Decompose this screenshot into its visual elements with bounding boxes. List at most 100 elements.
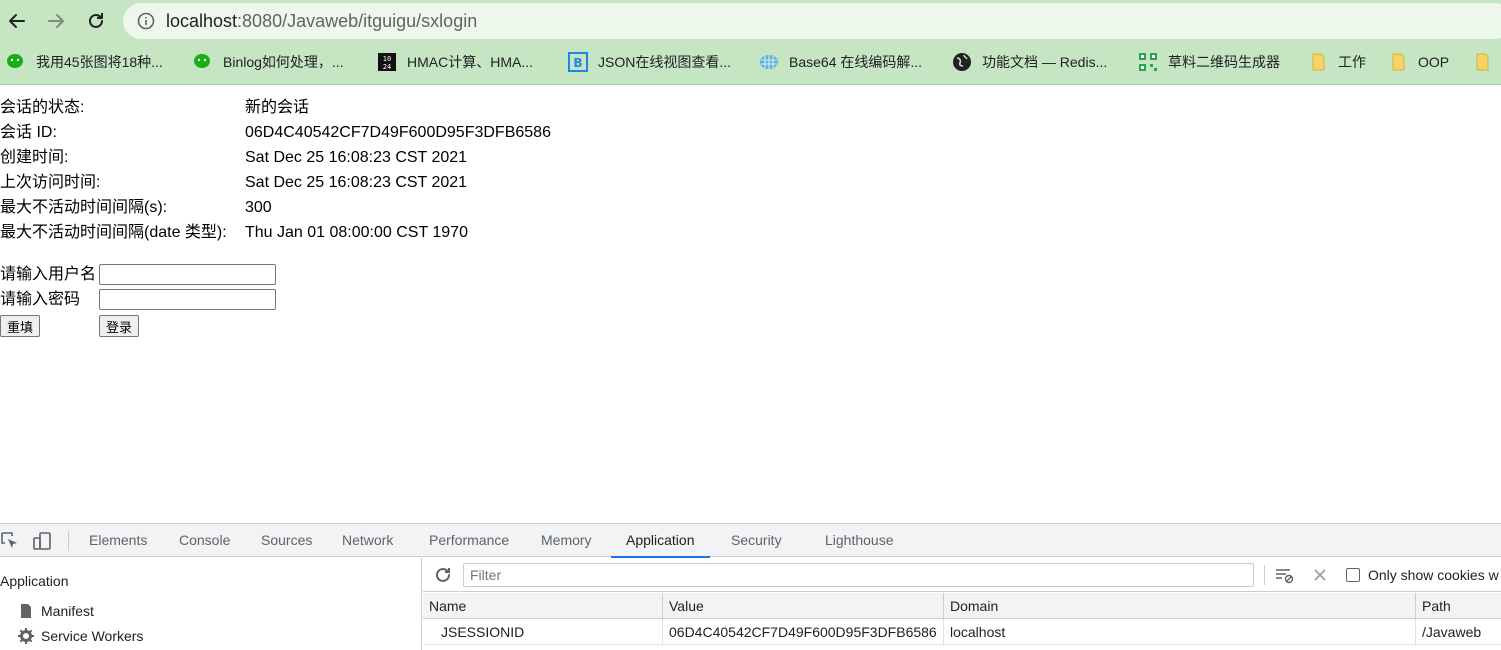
svg-text:10: 10 bbox=[383, 55, 391, 63]
browser-chrome: localhost:8080/Javaweb/itguigu/sxlogin 我… bbox=[0, 0, 1501, 85]
cell-value: 06D4C40542CF7D49F600D95F3DFB6586 bbox=[663, 619, 944, 645]
delete-selected-button[interactable] bbox=[1310, 565, 1330, 585]
inspect-cursor-icon bbox=[1, 532, 17, 548]
toolbar-divider bbox=[68, 531, 69, 551]
bookmark-item[interactable]: B JSON在线视图查看... bbox=[568, 47, 731, 77]
sidebar-item-service-workers[interactable]: Service Workers bbox=[18, 628, 143, 644]
forward-button[interactable] bbox=[41, 6, 71, 36]
clear-filtered-icon bbox=[1276, 569, 1294, 584]
qrcode-icon bbox=[1138, 52, 1158, 72]
back-button[interactable] bbox=[2, 6, 32, 36]
address-bar[interactable]: localhost:8080/Javaweb/itguigu/sxlogin bbox=[123, 3, 1501, 39]
bookmark-item[interactable]: Base64 在线编码解... bbox=[759, 47, 922, 77]
only-show-cookies-checkbox[interactable]: Only show cookies w bbox=[1346, 558, 1499, 592]
bookmark-label: HMAC计算、HMA... bbox=[407, 54, 533, 70]
column-header-path[interactable]: Path bbox=[1416, 593, 1501, 619]
toolbar-divider bbox=[1264, 565, 1265, 585]
json-icon: B bbox=[568, 52, 588, 72]
filter-input[interactable] bbox=[463, 563, 1254, 587]
globe-icon bbox=[952, 52, 972, 72]
tab-security[interactable]: Security bbox=[731, 524, 782, 557]
application-sidebar: Application Manifest Service Workers bbox=[0, 558, 422, 650]
tab-application[interactable]: Application bbox=[611, 524, 709, 558]
cell-name: JSESSIONID bbox=[423, 619, 663, 645]
reset-button[interactable]: 重填 bbox=[0, 315, 41, 337]
bookmark-label: 工作 bbox=[1338, 54, 1366, 70]
cookies-toolbar: Only show cookies w bbox=[423, 558, 1501, 592]
refresh-icon bbox=[436, 567, 450, 582]
bookmark-label: JSON在线视图查看... bbox=[598, 54, 732, 70]
folder-icon bbox=[1472, 52, 1492, 72]
sidebar-item-manifest[interactable]: Manifest bbox=[18, 603, 94, 619]
folder-icon bbox=[1388, 52, 1408, 72]
table-row[interactable]: JSESSIONID 06D4C40542CF7D49F600D95F3DFB6… bbox=[423, 619, 1501, 645]
devtools-panel: Elements Console Sources Network Perform… bbox=[0, 523, 1501, 650]
bookmark-label: 我用45张图将18种... bbox=[36, 54, 163, 70]
sidebar-heading: Application bbox=[0, 573, 69, 589]
table-header-row: Name Value Domain Path bbox=[423, 593, 1501, 619]
bookmarks-bar: 我用45张图将18种... Binlog如何处理，... 10 24 HMAC计算… bbox=[0, 47, 1501, 77]
bookmark-label: OOP bbox=[1418, 54, 1450, 70]
device-toolbar-button[interactable] bbox=[32, 531, 52, 551]
url-host: localhost bbox=[166, 11, 238, 31]
session-key: 最大不活动时间间隔(s): bbox=[0, 199, 168, 216]
clear-filtered-button[interactable] bbox=[1274, 565, 1294, 585]
hmac-icon: 10 24 bbox=[377, 52, 397, 72]
url-path: :8080/Javaweb/itguigu/sxlogin bbox=[237, 11, 478, 31]
login-button[interactable]: 登录 bbox=[99, 315, 140, 337]
bookmark-folder[interactable]: OOP bbox=[1388, 47, 1449, 77]
tab-sources[interactable]: Sources bbox=[261, 524, 312, 557]
bookmark-folder[interactable] bbox=[1472, 47, 1501, 77]
cookies-panel: Only show cookies w Name Value Domain Pa… bbox=[423, 558, 1501, 650]
bookmark-item[interactable]: 10 24 HMAC计算、HMA... bbox=[377, 47, 533, 77]
svg-text:24: 24 bbox=[383, 63, 391, 71]
tab-network[interactable]: Network bbox=[342, 524, 393, 557]
device-icon bbox=[33, 532, 51, 550]
session-value: 新的会话 bbox=[245, 99, 310, 116]
reload-icon bbox=[89, 13, 103, 28]
tab-console[interactable]: Console bbox=[179, 524, 230, 557]
bookmark-item[interactable]: Binlog如何处理，... bbox=[193, 47, 344, 77]
session-key: 最大不活动时间间隔(date 类型): bbox=[0, 224, 227, 241]
bookmark-item[interactable]: 草料二维码生成器 bbox=[1138, 47, 1280, 77]
session-key: 会话 ID: bbox=[0, 124, 57, 141]
bookmark-label: Binlog如何处理，... bbox=[223, 54, 344, 70]
only-show-cookies-label: Only show cookies w bbox=[1368, 567, 1499, 583]
url-text[interactable]: localhost:8080/Javaweb/itguigu/sxlogin bbox=[166, 11, 477, 32]
bookmark-folder[interactable]: 工作 bbox=[1308, 47, 1366, 77]
inspect-element-button[interactable] bbox=[0, 531, 20, 551]
bookmark-item[interactable]: 我用45张图将18种... bbox=[6, 47, 163, 77]
refresh-button[interactable] bbox=[433, 565, 453, 585]
tab-lighthouse[interactable]: Lighthouse bbox=[825, 524, 894, 557]
session-key: 会话的状态: bbox=[0, 99, 85, 116]
session-key: 上次访问时间: bbox=[0, 174, 101, 191]
devtools-tabbar: Elements Console Sources Network Perform… bbox=[0, 524, 1501, 558]
base64-icon bbox=[759, 52, 779, 72]
username-input[interactable] bbox=[99, 264, 276, 285]
bookmark-label: 功能文档 — Redis... bbox=[982, 54, 1108, 70]
checkbox-box[interactable] bbox=[1346, 568, 1360, 582]
tab-performance[interactable]: Performance bbox=[429, 524, 509, 557]
tab-memory[interactable]: Memory bbox=[541, 524, 592, 557]
bookmark-label: Base64 在线编码解... bbox=[789, 54, 923, 70]
session-value: Sat Dec 25 16:08:23 CST 2021 bbox=[245, 149, 468, 166]
info-icon[interactable] bbox=[137, 12, 155, 30]
password-input[interactable] bbox=[99, 289, 276, 310]
arrow-right-icon bbox=[48, 14, 64, 28]
arrow-left-icon bbox=[9, 14, 25, 28]
column-header-name[interactable]: Name bbox=[423, 593, 663, 619]
session-value: Sat Dec 25 16:08:23 CST 2021 bbox=[245, 174, 468, 191]
cell-path: /Javaweb bbox=[1422, 624, 1482, 640]
password-label: 请输入密码 bbox=[0, 291, 81, 308]
column-header-domain[interactable]: Domain bbox=[944, 593, 1416, 619]
gear-icon bbox=[18, 628, 34, 644]
session-value: 06D4C40542CF7D49F600D95F3DFB6586 bbox=[245, 124, 551, 141]
cell-domain: localhost bbox=[944, 619, 1416, 645]
wechat-icon bbox=[6, 52, 26, 72]
column-header-value[interactable]: Value bbox=[663, 593, 944, 619]
tab-elements[interactable]: Elements bbox=[89, 524, 147, 557]
bookmark-item[interactable]: 功能文档 — Redis... bbox=[952, 47, 1107, 77]
reload-button[interactable] bbox=[81, 6, 111, 36]
sidebar-item-label: Manifest bbox=[41, 603, 94, 619]
page-content: 会话的状态: 新的会话 会话 ID: 06D4C40542CF7D49F600D… bbox=[0, 86, 1501, 523]
